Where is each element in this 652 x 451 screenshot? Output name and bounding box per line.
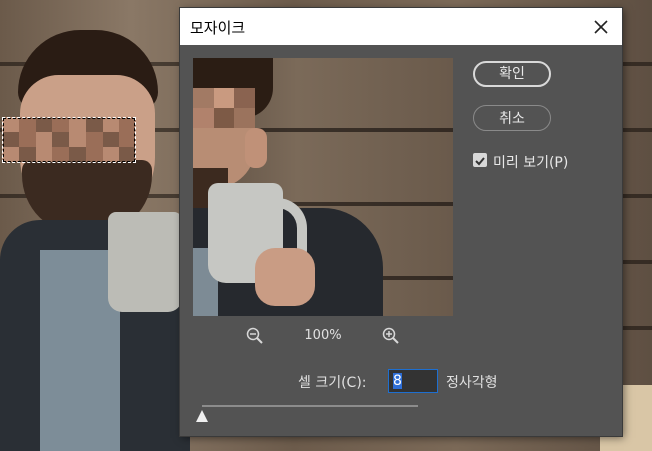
zoom-out-icon (246, 327, 263, 344)
preview-label: 미리 보기(P) (493, 155, 569, 171)
checkmark-icon (475, 157, 485, 166)
cell-size-value: 8 (393, 373, 402, 389)
mosaic-dialog: 모자이크 100% 확인 취소 미리 보기(P) 셀 크기(C): 8 정사각형 (180, 8, 622, 436)
zoom-in-button[interactable] (381, 326, 401, 346)
cell-size-input[interactable]: 8 (388, 369, 438, 393)
photo-cup (108, 212, 182, 312)
dialog-title: 모자이크 (190, 19, 246, 37)
marquee-selection[interactable] (2, 117, 136, 163)
close-button[interactable] (586, 12, 616, 42)
zoom-in-icon (382, 327, 399, 344)
zoom-controls: 100% (193, 326, 453, 348)
checkbox-box[interactable] (473, 153, 487, 167)
preview-mosaic (193, 88, 255, 128)
dialog-titlebar[interactable]: 모자이크 (180, 8, 622, 45)
cell-size-unit: 정사각형 (446, 375, 498, 391)
zoom-level: 100% (304, 328, 342, 343)
close-icon (594, 20, 608, 34)
zoom-out-button[interactable] (245, 326, 265, 346)
preview-pane[interactable] (193, 58, 453, 316)
cell-size-slider[interactable] (202, 405, 418, 407)
cell-size-label: 셀 크기(C): (298, 375, 367, 391)
slider-thumb[interactable] (196, 410, 208, 422)
ok-button[interactable]: 확인 (473, 61, 551, 87)
cancel-button[interactable]: 취소 (473, 105, 551, 131)
